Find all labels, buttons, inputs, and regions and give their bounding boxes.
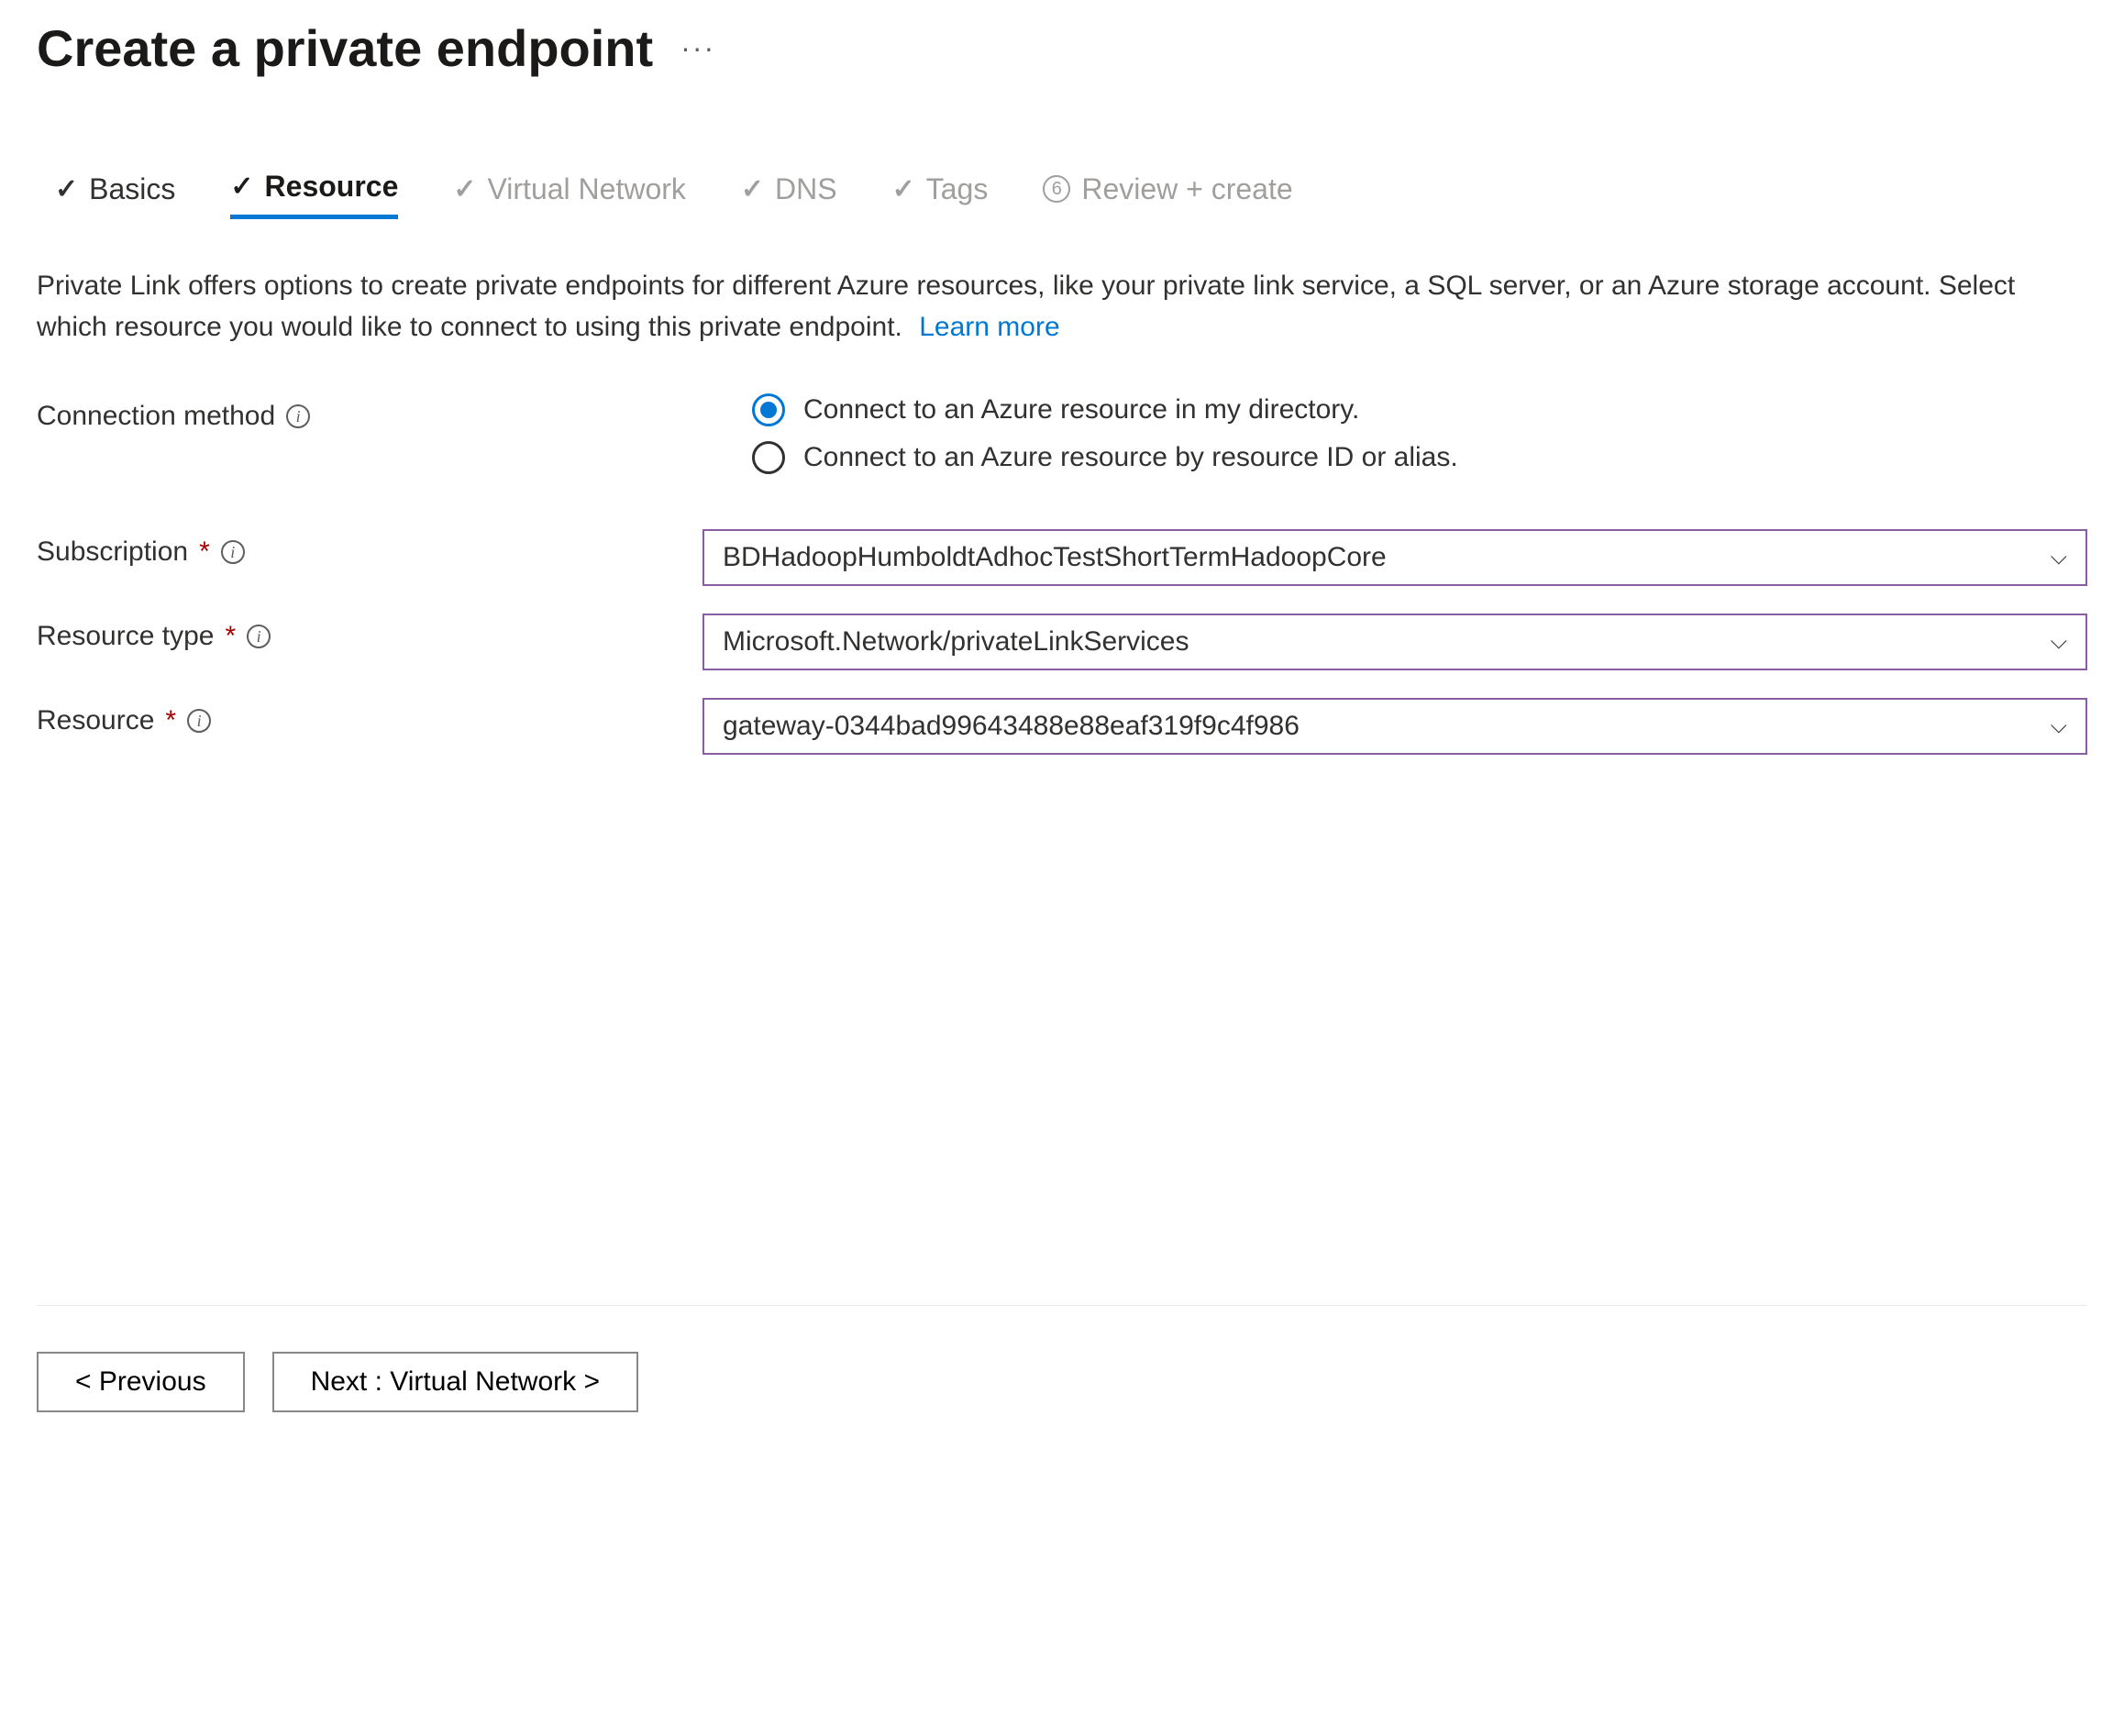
resource-row: Resource * i gateway-0344bad99643488e88e… [37,698,2087,755]
tab-basics[interactable]: ✓ Basics [55,170,175,219]
info-icon[interactable]: i [247,625,271,648]
step-number-icon: 6 [1043,175,1070,203]
subscription-select[interactable]: BDHadoopHumboldtAdhocTestShortTermHadoop… [702,529,2087,586]
learn-more-link[interactable]: Learn more [919,312,1059,342]
check-icon: ✓ [55,173,78,205]
check-icon: ✓ [741,173,764,205]
resource-select[interactable]: gateway-0344bad99643488e88eaf319f9c4f986… [702,698,2087,755]
chevron-down-icon: ⌵ [2051,545,2067,570]
radio-label: Connect to an Azure resource by resource… [803,442,1458,473]
tab-virtual-network[interactable]: ✓ Virtual Network [453,170,686,219]
tab-dns[interactable]: ✓ DNS [741,170,837,219]
resource-type-select[interactable]: Microsoft.Network/privateLinkServices ⌵ [702,614,2087,670]
check-icon: ✓ [453,173,476,205]
chevron-down-icon: ⌵ [2051,629,2067,655]
radio-option-my-directory[interactable]: Connect to an Azure resource in my direc… [752,393,2087,426]
tab-label: DNS [775,172,837,206]
page-title: Create a private endpoint [37,18,653,78]
radio-label: Connect to an Azure resource in my direc… [803,394,1359,426]
resource-type-row: Resource type * i Microsoft.Network/priv… [37,614,2087,670]
select-value: gateway-0344bad99643488e88eaf319f9c4f986 [723,711,1300,742]
resource-label: Resource * i [37,698,702,736]
radio-option-resource-id[interactable]: Connect to an Azure resource by resource… [752,441,2087,474]
tab-label: Tags [926,172,989,206]
required-indicator: * [225,621,236,652]
info-icon[interactable]: i [187,709,211,733]
resource-type-label: Resource type * i [37,614,702,652]
select-value: BDHadoopHumboldtAdhocTestShortTermHadoop… [723,542,1387,573]
subscription-row: Subscription * i BDHadoopHumboldtAdhocTe… [37,529,2087,586]
radio-unchecked-icon [752,441,785,474]
tab-resource[interactable]: ✓ Resource [230,170,398,219]
next-button[interactable]: Next : Virtual Network > [272,1352,638,1412]
info-icon[interactable]: i [221,540,245,564]
required-indicator: * [165,705,176,736]
connection-method-row: Connection method i Connect to an Azure … [37,393,2087,474]
tab-tags[interactable]: ✓ Tags [892,170,989,219]
radio-checked-icon [752,393,785,426]
tab-label: Resource [265,170,399,204]
tab-description: Private Link offers options to create pr… [37,265,2087,348]
subscription-label: Subscription * i [37,529,702,568]
check-icon: ✓ [892,173,915,205]
tab-label: Review + create [1081,172,1292,206]
more-options-icon[interactable]: ··· [680,31,715,65]
required-indicator: * [199,536,210,568]
select-value: Microsoft.Network/privateLinkServices [723,626,1189,658]
connection-method-radio-group: Connect to an Azure resource in my direc… [752,393,2087,474]
page-header: Create a private endpoint ··· [37,18,2087,78]
chevron-down-icon: ⌵ [2051,713,2067,739]
tab-label: Virtual Network [488,172,686,206]
connection-method-label: Connection method i [37,393,752,432]
wizard-tabs: ✓ Basics ✓ Resource ✓ Virtual Network ✓ … [37,170,2087,219]
wizard-footer: < Previous Next : Virtual Network > [37,1305,2087,1412]
previous-button[interactable]: < Previous [37,1352,245,1412]
tab-label: Basics [89,172,175,206]
info-icon[interactable]: i [286,404,310,428]
check-icon: ✓ [230,171,253,203]
tab-review-create[interactable]: 6 Review + create [1043,170,1292,219]
